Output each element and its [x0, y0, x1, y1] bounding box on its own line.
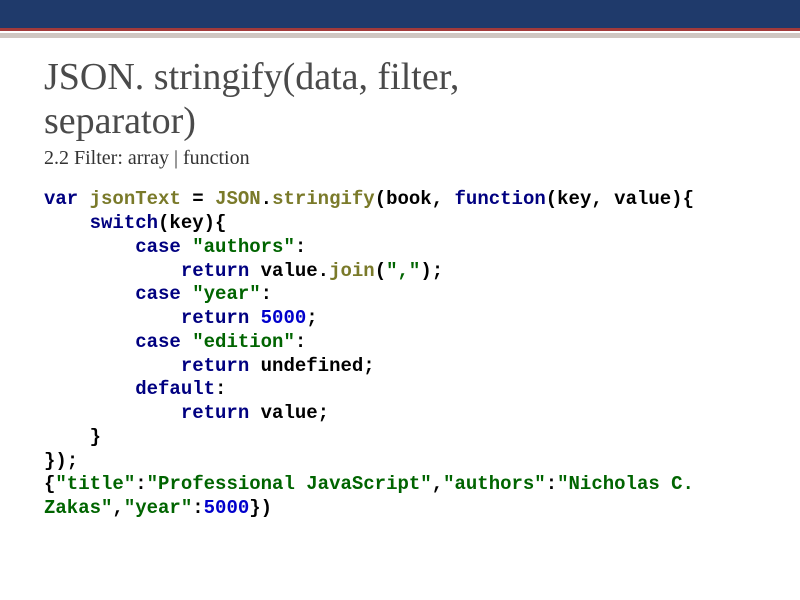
kw-switch: switch [90, 212, 158, 234]
kw-case: case [135, 283, 181, 305]
out-title-val: "Professional JavaScript" [147, 473, 432, 495]
kw-default: default [135, 378, 215, 400]
id-jsontext: jsonText [90, 188, 181, 210]
slide-content: JSON. stringify(data, filter, separator)… [0, 38, 800, 521]
accent-line-red [0, 28, 800, 31]
out-authors-key: "authors" [443, 473, 546, 495]
out-zakas: Zakas" [44, 497, 112, 519]
title-line-1: JSON. stringify(data, filter, [44, 56, 459, 98]
kw-var: var [44, 188, 78, 210]
title-line-2: separator) [44, 100, 196, 142]
kw-return: return [181, 307, 249, 329]
str-year: "year" [192, 283, 260, 305]
id-stringify: stringify [272, 188, 375, 210]
id-join: join [329, 260, 375, 282]
kw-return: return [181, 260, 249, 282]
slide-subtitle: 2.2 Filter: array | function [44, 147, 760, 170]
out-title-key: "title" [55, 473, 135, 495]
num-5000: 5000 [261, 307, 307, 329]
out-authors-val: "Nicholas C. [557, 473, 705, 495]
id-json: JSON [215, 188, 261, 210]
out-year-val: 5000 [204, 497, 250, 519]
kw-case: case [135, 236, 181, 258]
code-block: var jsonText = JSON.stringify(book, func… [44, 188, 760, 521]
out-year-key: "year" [124, 497, 192, 519]
str-comma: "," [386, 260, 420, 282]
str-edition: "edition" [192, 331, 295, 353]
kw-return: return [181, 355, 249, 377]
kw-return: return [181, 402, 249, 424]
slide-title: JSON. stringify(data, filter, separator) [44, 56, 760, 143]
header-bar [0, 0, 800, 28]
kw-case: case [135, 331, 181, 353]
kw-function: function [455, 188, 546, 210]
str-authors: "authors" [192, 236, 295, 258]
